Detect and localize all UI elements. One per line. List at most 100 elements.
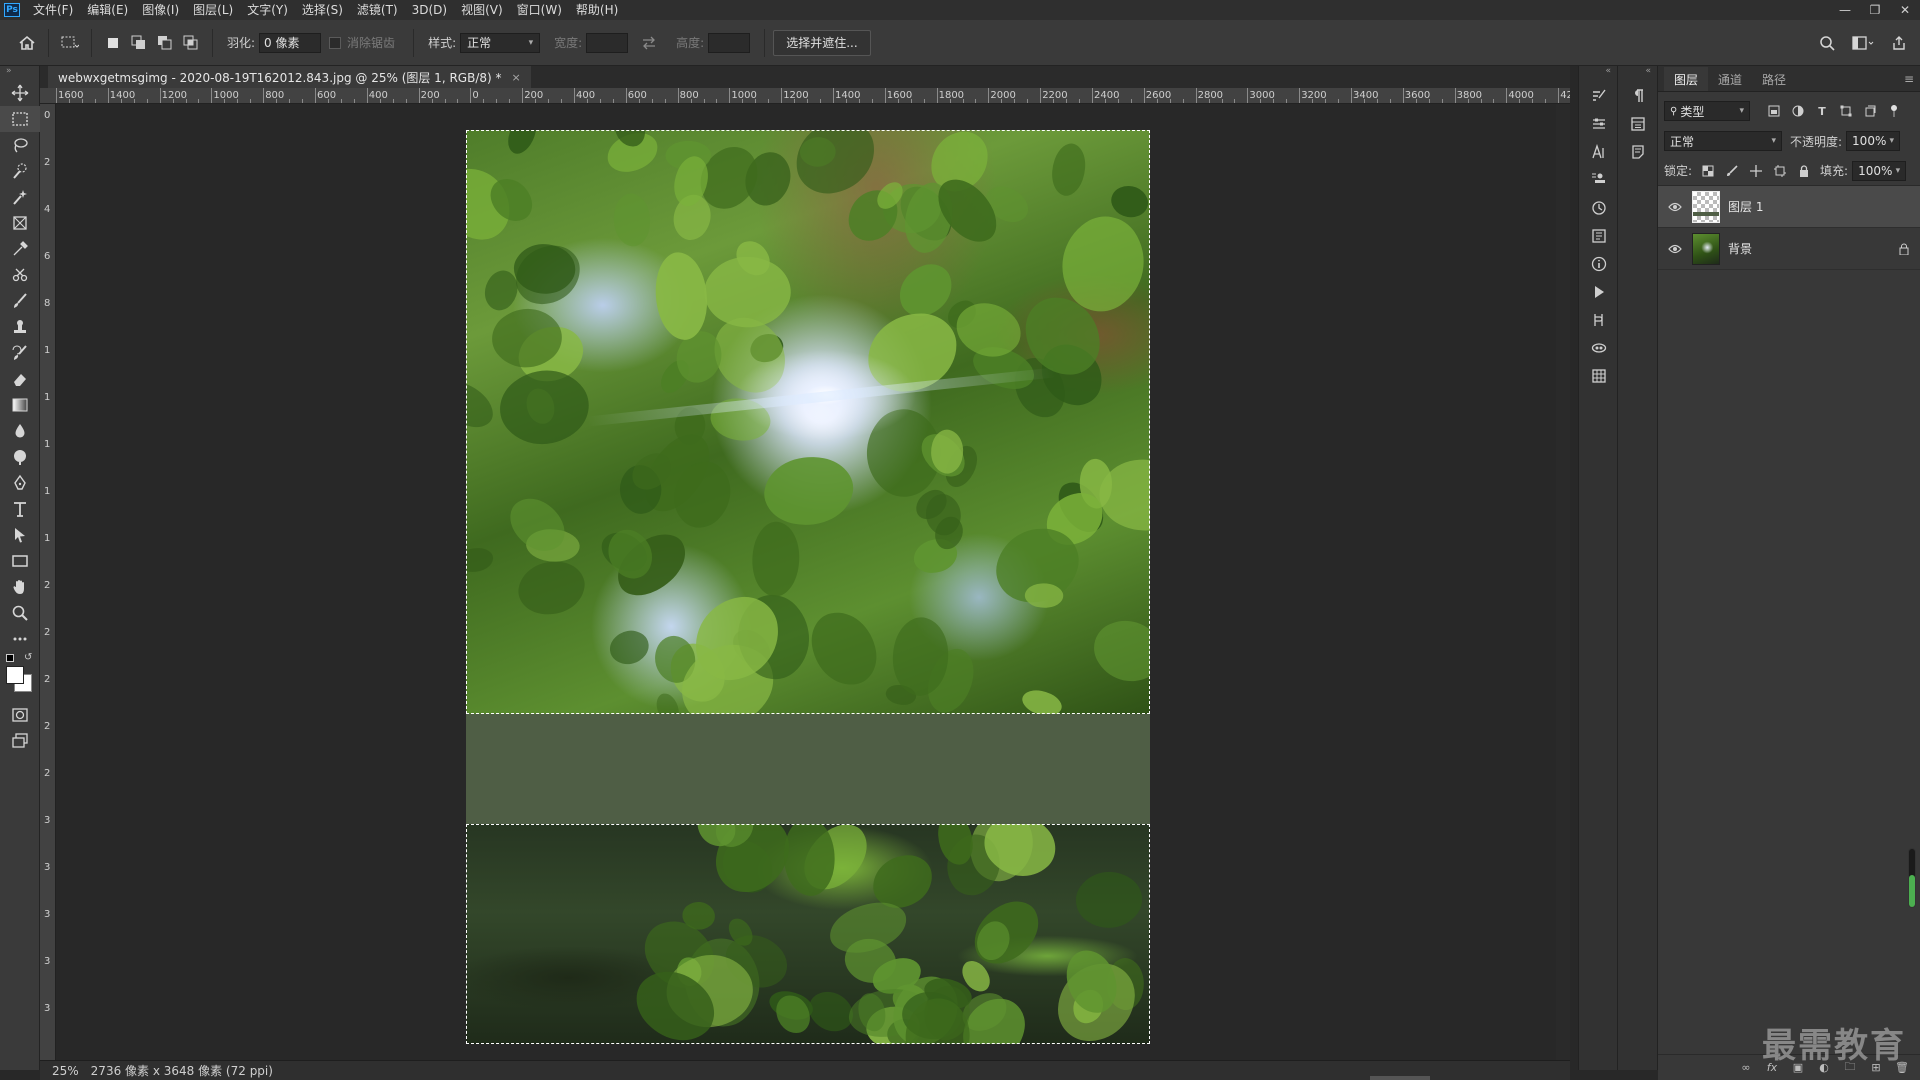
object-selection-tool-icon[interactable] (0, 184, 40, 210)
collapse-panels-icon-2[interactable]: « (1618, 66, 1657, 82)
swap-colors-icon[interactable]: ↺ (24, 652, 32, 663)
workspace-icon[interactable] (1850, 30, 1876, 56)
restore-icon[interactable]: ❐ (1860, 0, 1890, 20)
horizontal-scrollbar-thumb[interactable] (1370, 1076, 1430, 1080)
lock-artboard-icon[interactable] (1770, 161, 1790, 181)
swap-dimensions-icon[interactable] (636, 30, 662, 56)
visibility-eye-icon[interactable] (1664, 202, 1686, 212)
style-select[interactable]: 正常 ▾ (460, 32, 541, 53)
menu-window[interactable]: 窗口(W) (510, 0, 569, 20)
menu-3d[interactable]: 3D(D) (405, 0, 454, 20)
lasso-tool-icon[interactable] (0, 132, 40, 158)
filter-toggle-icon[interactable] (1884, 101, 1904, 121)
visibility-eye-icon[interactable] (1664, 244, 1686, 254)
layer-row-background[interactable]: 背景 (1658, 228, 1920, 270)
blend-mode-select[interactable]: 正常 ▾ (1664, 131, 1782, 151)
healing-brush-tool-icon[interactable] (0, 262, 40, 288)
select-and-mask-button[interactable]: 选择并遮住... (773, 29, 871, 56)
filter-adjustment-icon[interactable] (1788, 101, 1808, 121)
filter-type-icon[interactable]: T (1812, 101, 1832, 121)
menu-edit[interactable]: 编辑(E) (80, 0, 135, 20)
pen-tool-icon[interactable] (0, 470, 40, 496)
filter-smart-object-icon[interactable] (1860, 101, 1880, 121)
tab-channels[interactable]: 通道 (1708, 67, 1752, 91)
layer-row-layer-1[interactable]: 图层 1 (1658, 186, 1920, 228)
lock-position-icon[interactable] (1746, 161, 1766, 181)
add-selection-icon[interactable] (126, 30, 152, 56)
filter-pixel-icon[interactable] (1764, 101, 1784, 121)
character-icon[interactable] (1579, 138, 1619, 166)
vertical-scrollbar[interactable] (1556, 104, 1570, 1060)
menu-filter[interactable]: 滤镜(T) (350, 0, 405, 20)
type-tool-icon[interactable] (0, 496, 40, 522)
menu-type[interactable]: 文字(Y) (240, 0, 295, 20)
actions-play-icon[interactable] (1579, 278, 1619, 306)
dodge-tool-icon[interactable] (0, 444, 40, 470)
blur-tool-icon[interactable] (0, 418, 40, 444)
marquee-preset-icon[interactable] (57, 30, 83, 56)
lock-image-pixels-icon[interactable] (1722, 161, 1742, 181)
home-icon[interactable] (14, 30, 40, 56)
gradient-tool-icon[interactable] (0, 392, 40, 418)
tab-paths[interactable]: 路径 (1752, 67, 1796, 91)
libraries-icon[interactable] (1579, 222, 1619, 250)
rectangular-marquee-tool-icon[interactable] (0, 106, 40, 132)
default-colors-icon[interactable] (6, 654, 14, 662)
antialias-checkbox[interactable] (329, 36, 342, 49)
tab-layers[interactable]: 图层 (1664, 67, 1709, 91)
rectangle-tool-icon[interactable] (0, 548, 40, 574)
eyedropper-tool-icon[interactable] (0, 236, 40, 262)
menu-file[interactable]: 文件(F) (26, 0, 80, 20)
minimize-icon[interactable]: — (1830, 0, 1860, 20)
document-canvas[interactable] (466, 130, 1150, 1044)
height-input[interactable] (708, 32, 751, 53)
document-tab[interactable]: webwxgetmsgimg - 2020-08-19T162012.843.j… (48, 66, 531, 88)
opacity-input[interactable]: 100% ▾ (1846, 131, 1901, 151)
info-icon[interactable] (1579, 250, 1619, 278)
new-selection-icon[interactable] (100, 30, 126, 56)
quick-mask-icon[interactable] (0, 702, 40, 728)
subtract-selection-icon[interactable] (152, 30, 178, 56)
path-selection-tool-icon[interactable] (0, 522, 40, 548)
menu-select[interactable]: 选择(S) (295, 0, 350, 20)
width-input[interactable] (586, 32, 629, 53)
menu-image[interactable]: 图像(I) (135, 0, 186, 20)
layer-name[interactable]: 背景 (1728, 240, 1894, 257)
panel-menu-icon[interactable]: ≡ (1904, 72, 1914, 86)
foreground-color-swatch[interactable] (6, 666, 24, 684)
paragraph-icon[interactable] (1618, 82, 1658, 110)
lock-icon[interactable] (1894, 243, 1914, 255)
move-tool-icon[interactable] (0, 80, 40, 106)
channels-mixer-icon[interactable] (1579, 306, 1619, 334)
brush-settings-icon[interactable] (1579, 82, 1619, 110)
intersect-selection-icon[interactable] (178, 30, 204, 56)
collapse-panels-icon[interactable]: « (1579, 66, 1617, 82)
feather-input[interactable] (259, 32, 322, 53)
menu-view[interactable]: 视图(V) (454, 0, 510, 20)
close-icon[interactable]: × (512, 71, 521, 84)
notes-icon[interactable] (1618, 138, 1658, 166)
lock-all-icon[interactable] (1794, 161, 1814, 181)
zoom-tool-icon[interactable] (0, 600, 40, 626)
clone-source-icon[interactable] (1579, 166, 1619, 194)
filter-shape-icon[interactable] (1836, 101, 1856, 121)
quick-selection-tool-icon[interactable] (0, 158, 40, 184)
filter-kind-select[interactable]: ⚲ 类型 ▾ (1664, 101, 1750, 121)
link-layers-icon[interactable]: ∞ (1738, 1061, 1754, 1074)
menu-layer[interactable]: 图层(L) (186, 0, 240, 20)
history-icon[interactable] (1579, 194, 1619, 222)
screen-mode-icon[interactable] (0, 728, 40, 754)
layer-name[interactable]: 图层 1 (1728, 198, 1914, 215)
crop-tool-icon[interactable] (0, 210, 40, 236)
canvas-area[interactable] (56, 104, 1570, 1060)
fill-input[interactable]: 100% ▾ (1852, 160, 1907, 181)
share-icon[interactable] (1886, 30, 1912, 56)
search-icon[interactable] (1814, 30, 1840, 56)
hand-tool-icon[interactable] (0, 574, 40, 600)
table-grid-icon[interactable] (1579, 362, 1619, 390)
adjustments-icon[interactable] (1579, 110, 1619, 138)
document-info[interactable]: 2736 像素 x 3648 像素 (72 ppi) (91, 1062, 273, 1079)
properties-icon[interactable] (1618, 110, 1658, 138)
brush-tool-icon[interactable] (0, 288, 40, 314)
zoom-level[interactable]: 25% (40, 1064, 91, 1078)
